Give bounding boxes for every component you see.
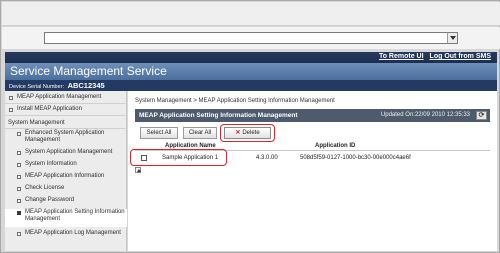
bullet-icon xyxy=(17,175,21,179)
updated-timestamp: Updated On:22/09 2010 12:35:33 xyxy=(380,112,470,118)
clear-all-button[interactable]: Clear All xyxy=(183,127,217,139)
dropdown-arrow-icon xyxy=(450,36,456,40)
sidebar-item-setting-info-management[interactable]: MEAP Application Setting Information Man… xyxy=(5,209,127,227)
sidebar-section-system-management: System Management xyxy=(8,120,65,126)
row-checkbox[interactable] xyxy=(141,155,147,161)
breadcrumb: System Management > MEAP Application Set… xyxy=(135,98,335,104)
sidebar-item-check-license[interactable]: Check License xyxy=(5,185,127,192)
to-remote-ui-link[interactable]: To Remote UI xyxy=(379,53,424,60)
bullet-icon xyxy=(17,163,21,167)
divider xyxy=(5,115,127,116)
delete-button[interactable]: ✕ Delete xyxy=(224,127,271,139)
row-app-version: 4.3.0.00 xyxy=(256,155,278,161)
sidebar-item-system-information[interactable]: System Information xyxy=(5,161,127,168)
address-strip xyxy=(2,27,500,49)
bullet-icon xyxy=(17,211,21,215)
sidebar-item-meap-app-management[interactable]: MEAP Application Management xyxy=(5,94,127,101)
sort-arrow-icon[interactable] xyxy=(135,167,141,173)
sidebar-item-meap-app-information[interactable]: MEAP Application Information xyxy=(5,173,127,180)
row-app-id: 508d5f59-0127-1000-bc30-00e000c4ae6f xyxy=(300,155,411,161)
main-content: System Management > MEAP Application Set… xyxy=(128,91,497,251)
log-out-link[interactable]: Log Out from SMS xyxy=(430,53,491,60)
sidebar-item-enhanced-system-app[interactable]: Enhanced System Application Management xyxy=(5,130,127,144)
bullet-icon xyxy=(17,187,21,191)
serial-bar: Device Serial Number: ABC12345 xyxy=(5,80,497,91)
column-application-id[interactable]: Application ID xyxy=(315,143,355,149)
select-all-button[interactable]: Select All xyxy=(140,127,178,139)
divider xyxy=(5,128,127,129)
sidebar-item-install-meap[interactable]: Install MEAP Application xyxy=(5,106,127,113)
serial-label: Device Serial Number: xyxy=(9,84,65,90)
sidebar-item-system-app[interactable]: System Application Management xyxy=(5,149,127,156)
bullet-icon xyxy=(9,108,13,112)
row-app-name: Sample Application 1 xyxy=(162,155,219,161)
delete-label: Delete xyxy=(242,130,260,136)
sidebar: MEAP Application Management Install MEAP… xyxy=(5,91,127,251)
panel-header: MEAP Application Setting Information Man… xyxy=(135,109,490,122)
refresh-icon[interactable]: ⟳ xyxy=(476,111,487,120)
address-dropdown-button[interactable] xyxy=(447,32,458,44)
bullet-icon xyxy=(17,232,21,236)
app-title: Service Management Service xyxy=(5,63,497,80)
bullet-icon xyxy=(17,132,21,136)
table-row: Sample Application 1 4.3.0.00 508d5f59-0… xyxy=(135,153,490,164)
top-nav-bar: To Remote UI Log Out from SMS xyxy=(5,52,497,63)
bullet-icon xyxy=(17,199,21,203)
sidebar-item-change-password[interactable]: Change Password xyxy=(5,197,127,204)
panel-title: MEAP Application Setting Information Man… xyxy=(139,112,298,119)
bullet-icon xyxy=(17,151,21,155)
divider xyxy=(5,103,127,104)
delete-x-icon: ✕ xyxy=(235,130,241,136)
bullet-icon xyxy=(9,96,13,100)
browser-toolbar xyxy=(2,2,500,26)
address-input[interactable] xyxy=(44,32,458,44)
screen-frame: To Remote UI Log Out from SMS Service Ma… xyxy=(0,0,500,253)
sidebar-item-log-management[interactable]: MEAP Application Log Management xyxy=(5,230,127,237)
serial-value: ABC12345 xyxy=(67,81,105,90)
